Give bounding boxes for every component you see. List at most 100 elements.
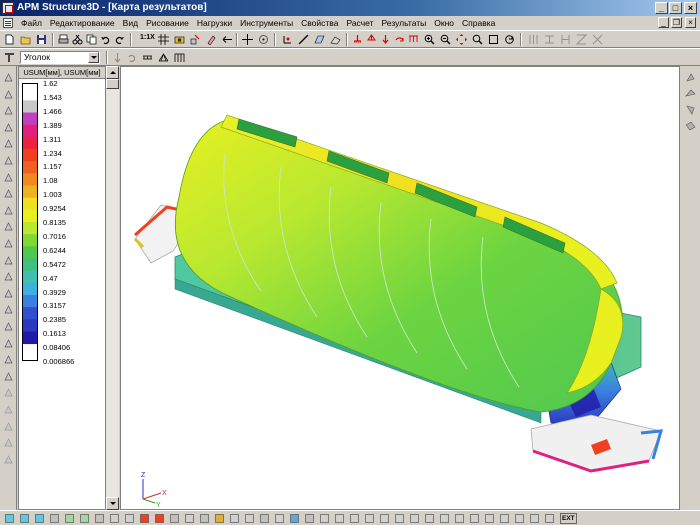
menu-item[interactable]: Вид <box>119 17 142 29</box>
bottom-tool-icon[interactable] <box>319 513 330 524</box>
bottom-tool-icon[interactable] <box>34 513 45 524</box>
bottom-tool-icon[interactable] <box>154 513 165 524</box>
rotate-icon[interactable] <box>126 52 137 63</box>
refresh-icon[interactable] <box>504 34 515 45</box>
edit-icon[interactable] <box>3 454 14 465</box>
menu-item[interactable]: Результаты <box>377 17 430 29</box>
extrude-icon[interactable] <box>3 288 14 299</box>
bottom-tool-icon[interactable] <box>4 513 15 524</box>
pan-icon[interactable] <box>242 34 253 45</box>
undo-local-icon[interactable] <box>3 421 14 432</box>
bottom-tool-icon[interactable] <box>394 513 405 524</box>
section-x-icon[interactable] <box>544 34 555 45</box>
menu-item[interactable]: Рисование <box>142 17 193 29</box>
menu-item[interactable]: Окно <box>430 17 458 29</box>
bottom-tool-icon[interactable] <box>184 513 195 524</box>
print-icon[interactable] <box>58 34 69 45</box>
bottom-tool-icon[interactable] <box>124 513 135 524</box>
bottom-tool-icon[interactable] <box>364 513 375 524</box>
profile-select[interactable]: Уголок <box>20 51 100 64</box>
pointer-icon[interactable] <box>3 105 14 116</box>
copy-icon[interactable] <box>86 34 97 45</box>
bottom-tool-icon[interactable] <box>529 513 540 524</box>
app-icon[interactable] <box>2 2 14 14</box>
open-folder-icon[interactable] <box>20 34 31 45</box>
bottom-tool-icon[interactable] <box>139 513 150 524</box>
graph-icon[interactable] <box>3 404 14 415</box>
menu-item[interactable]: Редактирование <box>46 17 119 29</box>
camera-icon[interactable] <box>174 34 185 45</box>
cube-icon[interactable] <box>3 304 14 315</box>
move-left-icon[interactable] <box>222 34 233 45</box>
chat-icon[interactable] <box>3 321 14 332</box>
scroll-thumb[interactable] <box>106 79 119 89</box>
distributed-load-icon[interactable] <box>408 34 419 45</box>
zoom-window-icon[interactable] <box>472 34 483 45</box>
document-icon[interactable] <box>3 18 13 28</box>
bottom-tool-icon[interactable] <box>274 513 285 524</box>
mdi-minimize-button[interactable]: _ <box>658 17 669 28</box>
bottom-tool-icon[interactable] <box>424 513 435 524</box>
move-all-icon[interactable] <box>456 34 467 45</box>
new-file-icon[interactable] <box>4 34 15 45</box>
frame-icon[interactable] <box>174 52 185 63</box>
brush-icon[interactable] <box>3 155 14 166</box>
bottom-tool-icon[interactable] <box>469 513 480 524</box>
bottom-tool-icon[interactable] <box>334 513 345 524</box>
menu-item[interactable]: Справка <box>458 17 499 29</box>
axis-node-icon[interactable] <box>282 34 293 45</box>
bottom-tool-icon[interactable] <box>409 513 420 524</box>
vertical-scrollbar[interactable] <box>106 66 119 510</box>
beam-icon[interactable] <box>142 52 153 63</box>
bottom-tool-icon[interactable] <box>304 513 315 524</box>
rod-draw-icon[interactable] <box>3 172 14 183</box>
bottom-tool-icon[interactable] <box>379 513 390 524</box>
bottom-tool-icon[interactable] <box>259 513 270 524</box>
scroll-down-button[interactable] <box>106 497 119 510</box>
cut-icon[interactable] <box>72 34 83 45</box>
plate-draw-icon[interactable] <box>3 188 14 199</box>
rod-icon[interactable] <box>298 34 309 45</box>
bottom-tool-icon[interactable] <box>199 513 210 524</box>
bottom-tool-icon[interactable] <box>169 513 180 524</box>
mdi-close-button[interactable]: × <box>685 17 696 28</box>
clear-icon[interactable] <box>206 34 217 45</box>
bottom-tool-icon[interactable] <box>244 513 255 524</box>
chevron-down-icon[interactable] <box>88 52 99 63</box>
list-icon[interactable] <box>3 338 14 349</box>
section-profile-icon[interactable] <box>4 52 15 63</box>
menu-item[interactable]: Файл <box>17 17 46 29</box>
copy-local-icon[interactable] <box>3 437 14 448</box>
bottom-tool-icon[interactable] <box>94 513 105 524</box>
bottom-tool-icon[interactable] <box>499 513 510 524</box>
grid-icon[interactable] <box>158 34 169 45</box>
force-icon[interactable] <box>380 34 391 45</box>
section-icon[interactable] <box>528 34 539 45</box>
triangle-icon[interactable] <box>3 271 14 282</box>
bottom-tool-icon[interactable] <box>49 513 60 524</box>
bottom-tool-icon[interactable] <box>214 513 225 524</box>
zoom-in-icon[interactable] <box>424 34 435 45</box>
bottom-tool-icon[interactable] <box>484 513 495 524</box>
bottom-tool-icon[interactable] <box>229 513 240 524</box>
settings-icon[interactable] <box>3 371 14 382</box>
undo-icon[interactable] <box>100 34 111 45</box>
bottom-tool-icon[interactable] <box>289 513 300 524</box>
view-iso-icon[interactable] <box>685 120 696 131</box>
view-side-icon[interactable] <box>685 88 696 99</box>
circle-icon[interactable] <box>3 238 14 249</box>
arc-icon[interactable] <box>3 205 14 216</box>
bars-icon[interactable] <box>3 354 14 365</box>
bottom-tool-icon[interactable] <box>79 513 90 524</box>
rotate-node-icon[interactable] <box>3 138 14 149</box>
pick-icon[interactable] <box>190 34 201 45</box>
polygon-icon[interactable] <box>3 255 14 266</box>
section-off-icon[interactable] <box>592 34 603 45</box>
support-fixed-icon[interactable] <box>352 34 363 45</box>
save-icon[interactable] <box>36 34 47 45</box>
shell-icon[interactable] <box>330 34 341 45</box>
section-y-icon[interactable] <box>560 34 571 45</box>
moment-icon[interactable] <box>394 34 405 45</box>
bottom-tool-icon[interactable] <box>19 513 30 524</box>
scale-button[interactable]: 1:1X <box>140 34 155 41</box>
